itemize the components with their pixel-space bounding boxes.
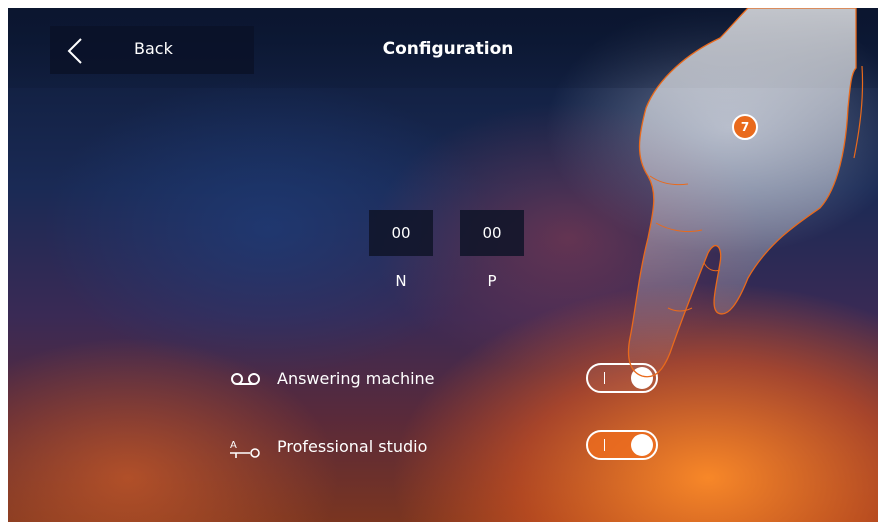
device-screen: Back Configuration 00 00 N P Answering m… bbox=[8, 8, 878, 522]
professional-studio-toggle[interactable] bbox=[586, 430, 658, 460]
toggle-on-mark bbox=[604, 372, 605, 384]
professional-studio-label: Professional studio bbox=[277, 437, 428, 456]
icon-letter: A bbox=[230, 440, 237, 451]
toggle-knob bbox=[631, 434, 653, 456]
chevron-left-icon bbox=[67, 38, 82, 64]
toggle-knob bbox=[631, 367, 653, 389]
answering-machine-toggle[interactable] bbox=[586, 363, 658, 393]
address-p-label: P bbox=[487, 272, 497, 290]
address-n-label: N bbox=[395, 272, 407, 290]
back-button[interactable]: Back bbox=[50, 26, 254, 74]
voicemail-icon bbox=[231, 373, 260, 385]
toggle-on-mark bbox=[604, 439, 605, 451]
door-key-icon: A bbox=[230, 440, 260, 458]
back-label: Back bbox=[134, 39, 173, 58]
address-n-field[interactable]: 00 bbox=[369, 210, 433, 256]
address-p-field[interactable]: 00 bbox=[460, 210, 524, 256]
step-number-badge: 7 bbox=[732, 114, 758, 140]
page-title: Configuration bbox=[382, 39, 514, 59]
answering-machine-label: Answering machine bbox=[277, 369, 435, 388]
